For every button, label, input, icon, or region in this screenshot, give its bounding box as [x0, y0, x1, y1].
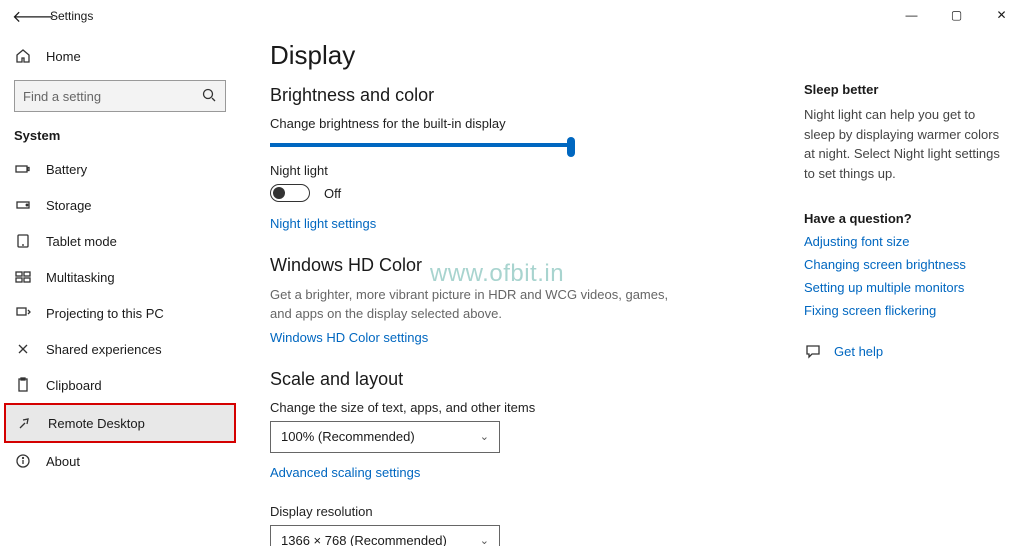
tablet-icon	[14, 232, 32, 250]
sidebar-item-label: Battery	[46, 162, 87, 177]
sidebar-item-clipboard[interactable]: Clipboard	[0, 367, 240, 403]
page-title: Display	[270, 40, 764, 71]
minimize-button[interactable]: —	[889, 0, 934, 30]
content-area: Display Brightness and color Change brig…	[240, 32, 794, 546]
sidebar-home-label: Home	[46, 49, 81, 64]
shared-icon	[14, 340, 32, 358]
sidebar-section-label: System	[0, 122, 240, 151]
search-placeholder: Find a setting	[23, 89, 101, 104]
home-icon	[14, 47, 32, 65]
sidebar-item-battery[interactable]: Battery	[0, 151, 240, 187]
get-help-link[interactable]: Get help	[834, 344, 883, 359]
back-button[interactable]: 🡐	[12, 6, 32, 27]
project-icon	[14, 304, 32, 322]
night-light-state: Off	[324, 186, 341, 201]
resolution-select[interactable]: 1366 × 768 (Recommended) ⌄	[270, 525, 500, 546]
sidebar-item-multitask[interactable]: Multitasking	[0, 259, 240, 295]
sidebar-item-shared[interactable]: Shared experiences	[0, 331, 240, 367]
sidebar-item-label: Tablet mode	[46, 234, 117, 249]
sidebar-item-project[interactable]: Projecting to this PC	[0, 295, 240, 331]
sidebar: Home Find a setting System Battery Storag…	[0, 32, 240, 546]
toggle-knob	[273, 187, 285, 199]
brightness-slider[interactable]	[270, 143, 570, 147]
info-pane: Sleep better Night light can help you ge…	[794, 32, 1024, 546]
multitask-icon	[14, 268, 32, 286]
storage-icon	[14, 196, 32, 214]
sidebar-item-label: Projecting to this PC	[46, 306, 164, 321]
sleep-better-body: Night light can help you get to sleep by…	[804, 105, 1004, 183]
sidebar-item-label: Shared experiences	[46, 342, 162, 357]
sidebar-item-remote[interactable]: Remote Desktop	[4, 403, 236, 443]
close-button[interactable]: ✕	[979, 0, 1024, 30]
maximize-button[interactable]: ▢	[934, 0, 979, 30]
window-title: Settings	[50, 9, 93, 23]
brightness-slider-thumb[interactable]	[567, 137, 575, 157]
night-light-settings-link[interactable]: Night light settings	[270, 216, 376, 231]
chevron-down-icon: ⌄	[480, 430, 489, 443]
window-controls: — ▢ ✕	[889, 0, 1024, 30]
sidebar-item-label: Remote Desktop	[48, 416, 145, 431]
scale-size-select[interactable]: 100% (Recommended) ⌄	[270, 421, 500, 453]
sidebar-item-tablet[interactable]: Tablet mode	[0, 223, 240, 259]
clipboard-icon	[14, 376, 32, 394]
night-light-label: Night light	[270, 163, 764, 178]
sidebar-item-label: About	[46, 454, 80, 469]
titlebar: 🡐 Settings	[0, 0, 1024, 32]
chat-icon	[804, 342, 822, 360]
sidebar-home[interactable]: Home	[0, 38, 240, 74]
about-icon	[14, 452, 32, 470]
advanced-scaling-link[interactable]: Advanced scaling settings	[270, 465, 420, 480]
remote-icon	[16, 414, 34, 432]
brightness-heading: Brightness and color	[270, 85, 764, 106]
resolution-value: 1366 × 768 (Recommended)	[281, 533, 447, 546]
brightness-slider-label: Change brightness for the built-in displ…	[270, 116, 764, 131]
sleep-better-title: Sleep better	[804, 82, 1004, 97]
battery-icon	[14, 160, 32, 178]
help-link[interactable]: Setting up multiple monitors	[804, 280, 1004, 295]
search-icon	[201, 87, 217, 106]
chevron-down-icon: ⌄	[480, 534, 489, 546]
night-light-toggle[interactable]	[270, 184, 310, 202]
scale-size-value: 100% (Recommended)	[281, 429, 415, 444]
sidebar-item-about[interactable]: About	[0, 443, 240, 479]
sidebar-item-label: Clipboard	[46, 378, 102, 393]
scale-heading: Scale and layout	[270, 369, 764, 390]
help-link[interactable]: Fixing screen flickering	[804, 303, 1004, 318]
search-input[interactable]: Find a setting	[14, 80, 226, 112]
hdcolor-heading: Windows HD Color	[270, 255, 764, 276]
hdcolor-desc: Get a brighter, more vibrant picture in …	[270, 286, 690, 324]
help-link[interactable]: Changing screen brightness	[804, 257, 1004, 272]
sidebar-item-label: Multitasking	[46, 270, 115, 285]
sidebar-item-label: Storage	[46, 198, 92, 213]
sidebar-item-storage[interactable]: Storage	[0, 187, 240, 223]
hdcolor-settings-link[interactable]: Windows HD Color settings	[270, 330, 428, 345]
scale-size-label: Change the size of text, apps, and other…	[270, 400, 764, 415]
help-link[interactable]: Adjusting font size	[804, 234, 1004, 249]
resolution-label: Display resolution	[270, 504, 764, 519]
question-title: Have a question?	[804, 211, 1004, 226]
